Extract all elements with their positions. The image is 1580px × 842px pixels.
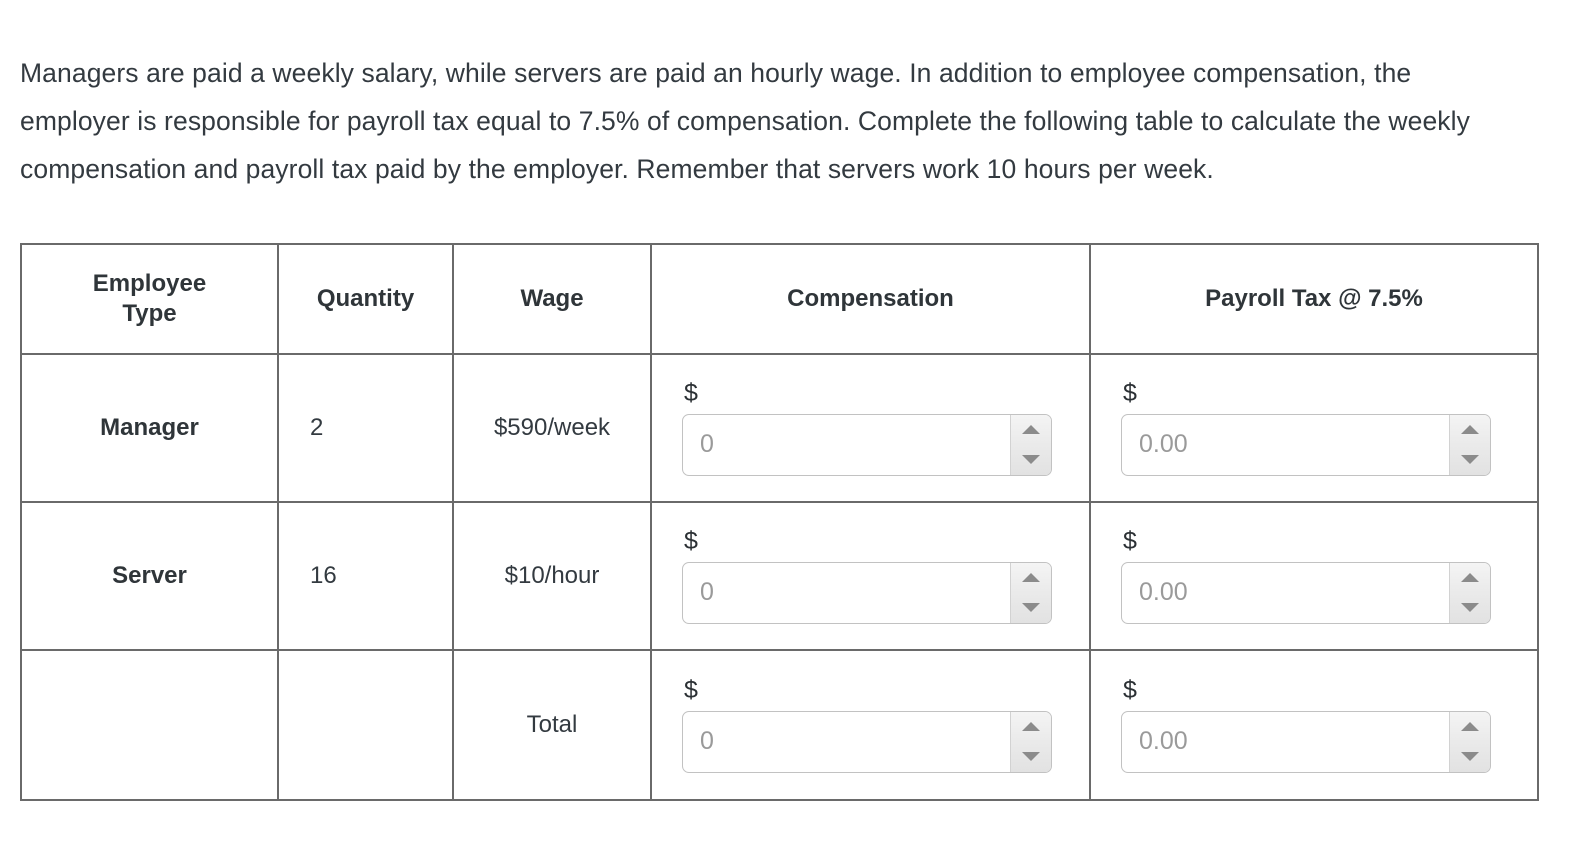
triangle-up-icon[interactable] [1450,712,1490,742]
column-header-compensation: Compensation [650,243,1091,355]
table-header-row: Employee Type Quantity Wage Compensation… [20,243,1539,355]
compensation-total-input[interactable] [683,711,1010,772]
column-header-wage: Wage [452,243,652,355]
cell-quantity: 16 [277,501,454,651]
triangle-up-icon[interactable] [1450,563,1490,593]
worksheet-page: Managers are paid a weekly salary, while… [0,0,1580,842]
triangle-down-icon[interactable] [1011,593,1051,623]
triangle-down-icon[interactable] [1011,445,1051,475]
payroll-tax-total-input[interactable] [1122,711,1449,772]
cell-employee-type: Server [20,501,279,651]
triangle-down-icon[interactable] [1450,593,1490,623]
triangle-up-icon[interactable] [1011,712,1051,742]
dollar-sign-label: $ [684,526,698,555]
cell-employee-type: Manager [20,353,279,503]
cell-wage: $10/hour [452,501,652,651]
dollar-sign-label: $ [684,378,698,407]
compensation-number-stepper[interactable] [682,413,1052,476]
column-header-employee-type: Employee Type [20,243,279,355]
triangle-down-icon[interactable] [1011,742,1051,772]
column-header-quantity: Quantity [277,243,454,355]
compensation-total-number-stepper[interactable] [682,710,1052,773]
payroll-tax-number-stepper[interactable] [1121,413,1491,476]
compensation-input[interactable] [683,414,1010,475]
payroll-tax-number-stepper[interactable] [1121,561,1491,624]
compensation-input-group: $ [682,526,1052,624]
payroll-tax-input[interactable] [1122,414,1449,475]
compensation-total-input-group: $ [682,675,1052,773]
payroll-tax-input[interactable] [1122,562,1449,623]
triangle-up-icon[interactable] [1450,415,1490,445]
problem-statement: Managers are paid a weekly salary, while… [20,57,1470,184]
payroll-tax-input-group: $ [1121,378,1491,476]
stepper-buttons[interactable] [1449,562,1490,623]
triangle-down-icon[interactable] [1450,742,1490,772]
cell-employee-type [20,649,279,801]
stepper-buttons[interactable] [1010,562,1051,623]
compensation-number-stepper[interactable] [682,561,1052,624]
stepper-buttons[interactable] [1010,414,1051,475]
compensation-input-group: $ [682,378,1052,476]
cell-wage: $590/week [452,353,652,503]
cell-compensation: $ [650,501,1091,651]
cell-payroll-tax-total: $ [1089,649,1539,801]
compensation-table-wrapper: Employee Type Quantity Wage Compensation… [20,243,1539,801]
cell-compensation-total: $ [650,649,1091,801]
triangle-down-icon[interactable] [1450,445,1490,475]
stepper-buttons[interactable] [1449,414,1490,475]
dollar-sign-label: $ [684,675,698,704]
compensation-input[interactable] [683,562,1010,623]
cell-payroll-tax: $ [1089,353,1539,503]
employee-type-line1: Employee [92,270,207,297]
triangle-up-icon[interactable] [1011,563,1051,593]
table-row: Server 16 $10/hour $ 0 $ 0.00 [20,501,1539,651]
cell-payroll-tax: $ [1089,501,1539,651]
compensation-table: Employee Type Quantity Wage Compensation… [20,243,1539,801]
dollar-sign-label: $ [1123,526,1137,555]
payroll-tax-total-input-group: $ [1121,675,1491,773]
column-header-payroll-tax: Payroll Tax @ 7.5% [1089,243,1539,355]
dollar-sign-label: $ [1123,378,1137,407]
triangle-up-icon[interactable] [1011,415,1051,445]
cell-quantity [277,649,454,801]
cell-total-label: Total [452,649,652,801]
table-row-total: Total $ 0 $ 0.00 [20,649,1539,801]
stepper-buttons[interactable] [1449,711,1490,772]
table-row: Manager 2 $590/week $ 0 $ 0.00 [20,353,1539,503]
stepper-buttons[interactable] [1010,711,1051,772]
employee-type-line2: Type [122,300,177,327]
cell-quantity: 2 [277,353,454,503]
dollar-sign-label: $ [1123,675,1137,704]
cell-compensation: $ [650,353,1091,503]
payroll-tax-input-group: $ [1121,526,1491,624]
payroll-tax-total-number-stepper[interactable] [1121,710,1491,773]
